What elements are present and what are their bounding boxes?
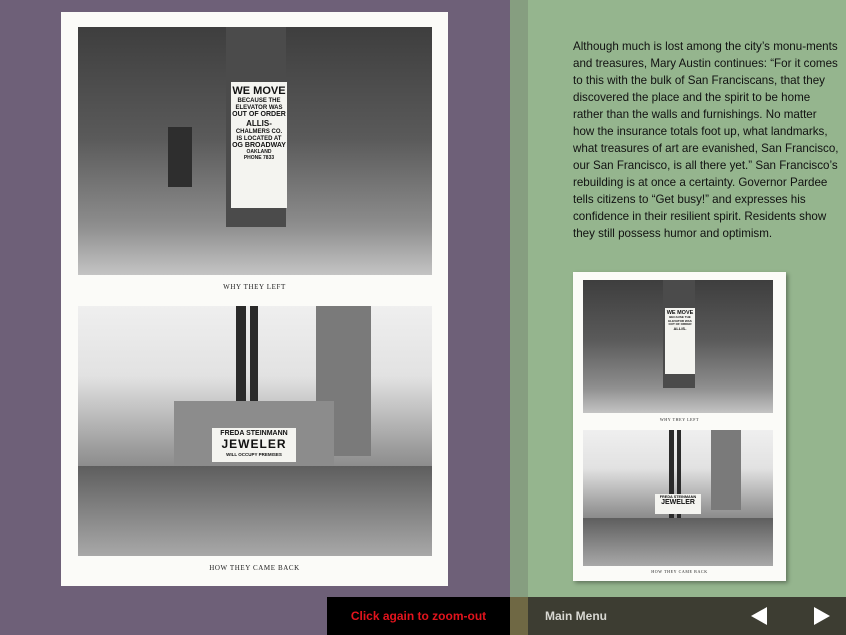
caption-how-they-came-back: HOW THEY CAME BACK xyxy=(209,564,300,572)
page-thumbnail[interactable]: WE MOVE BECAUSE THE ELEVATOR WAS OUT OF … xyxy=(573,272,786,581)
rubble xyxy=(583,518,773,566)
doorway xyxy=(168,127,192,187)
zoomed-page[interactable]: WE MOVE BECAUSE THE ELEVATOR WAS OUT OF … xyxy=(61,12,448,586)
thumb-photo-bottom: FREDA STEINMANN JEWELER xyxy=(583,430,773,566)
moving-sign: WE MOVE BECAUSE THE ELEVATOR WAS OUT OF … xyxy=(231,82,287,208)
caption-why-they-left: WHY THEY LEFT xyxy=(223,283,286,291)
rubble xyxy=(78,466,432,556)
previous-page-button[interactable] xyxy=(751,606,771,626)
article-text: Although much is lost among the city’s m… xyxy=(573,40,839,240)
divider-strip xyxy=(510,0,528,597)
zoom-out-message[interactable]: Click again to zoom-out xyxy=(327,597,510,635)
thumb-photo-top: WE MOVE BECAUSE THE ELEVATOR WAS OUT OF … xyxy=(583,280,773,413)
photo-how-they-came-back: FREDA STEINMANN JEWELER WILL OCCUPY PREM… xyxy=(78,306,432,556)
photo-why-they-left: WE MOVE BECAUSE THE ELEVATOR WAS OUT OF … xyxy=(78,27,432,275)
rubble xyxy=(583,388,773,413)
thumb-jeweler-sign: FREDA STEINMANN JEWELER xyxy=(655,494,701,514)
next-page-button[interactable] xyxy=(814,606,834,626)
main-menu-button[interactable]: Main Menu xyxy=(545,597,607,635)
triangle-left-icon xyxy=(751,607,767,625)
rubble xyxy=(78,227,432,275)
jeweler-sign: FREDA STEINMANN JEWELER WILL OCCUPY PREM… xyxy=(212,428,296,462)
triangle-right-icon xyxy=(814,607,830,625)
thumb-caption-bottom: HOW THEY CAME BACK xyxy=(651,569,708,574)
thumb-moving-sign: WE MOVE BECAUSE THE ELEVATOR WAS OUT OF … xyxy=(665,308,695,374)
bottom-bar-gap xyxy=(510,597,528,635)
ruined-wall xyxy=(711,430,741,510)
thumb-caption-top: WHY THEY LEFT xyxy=(659,417,700,422)
